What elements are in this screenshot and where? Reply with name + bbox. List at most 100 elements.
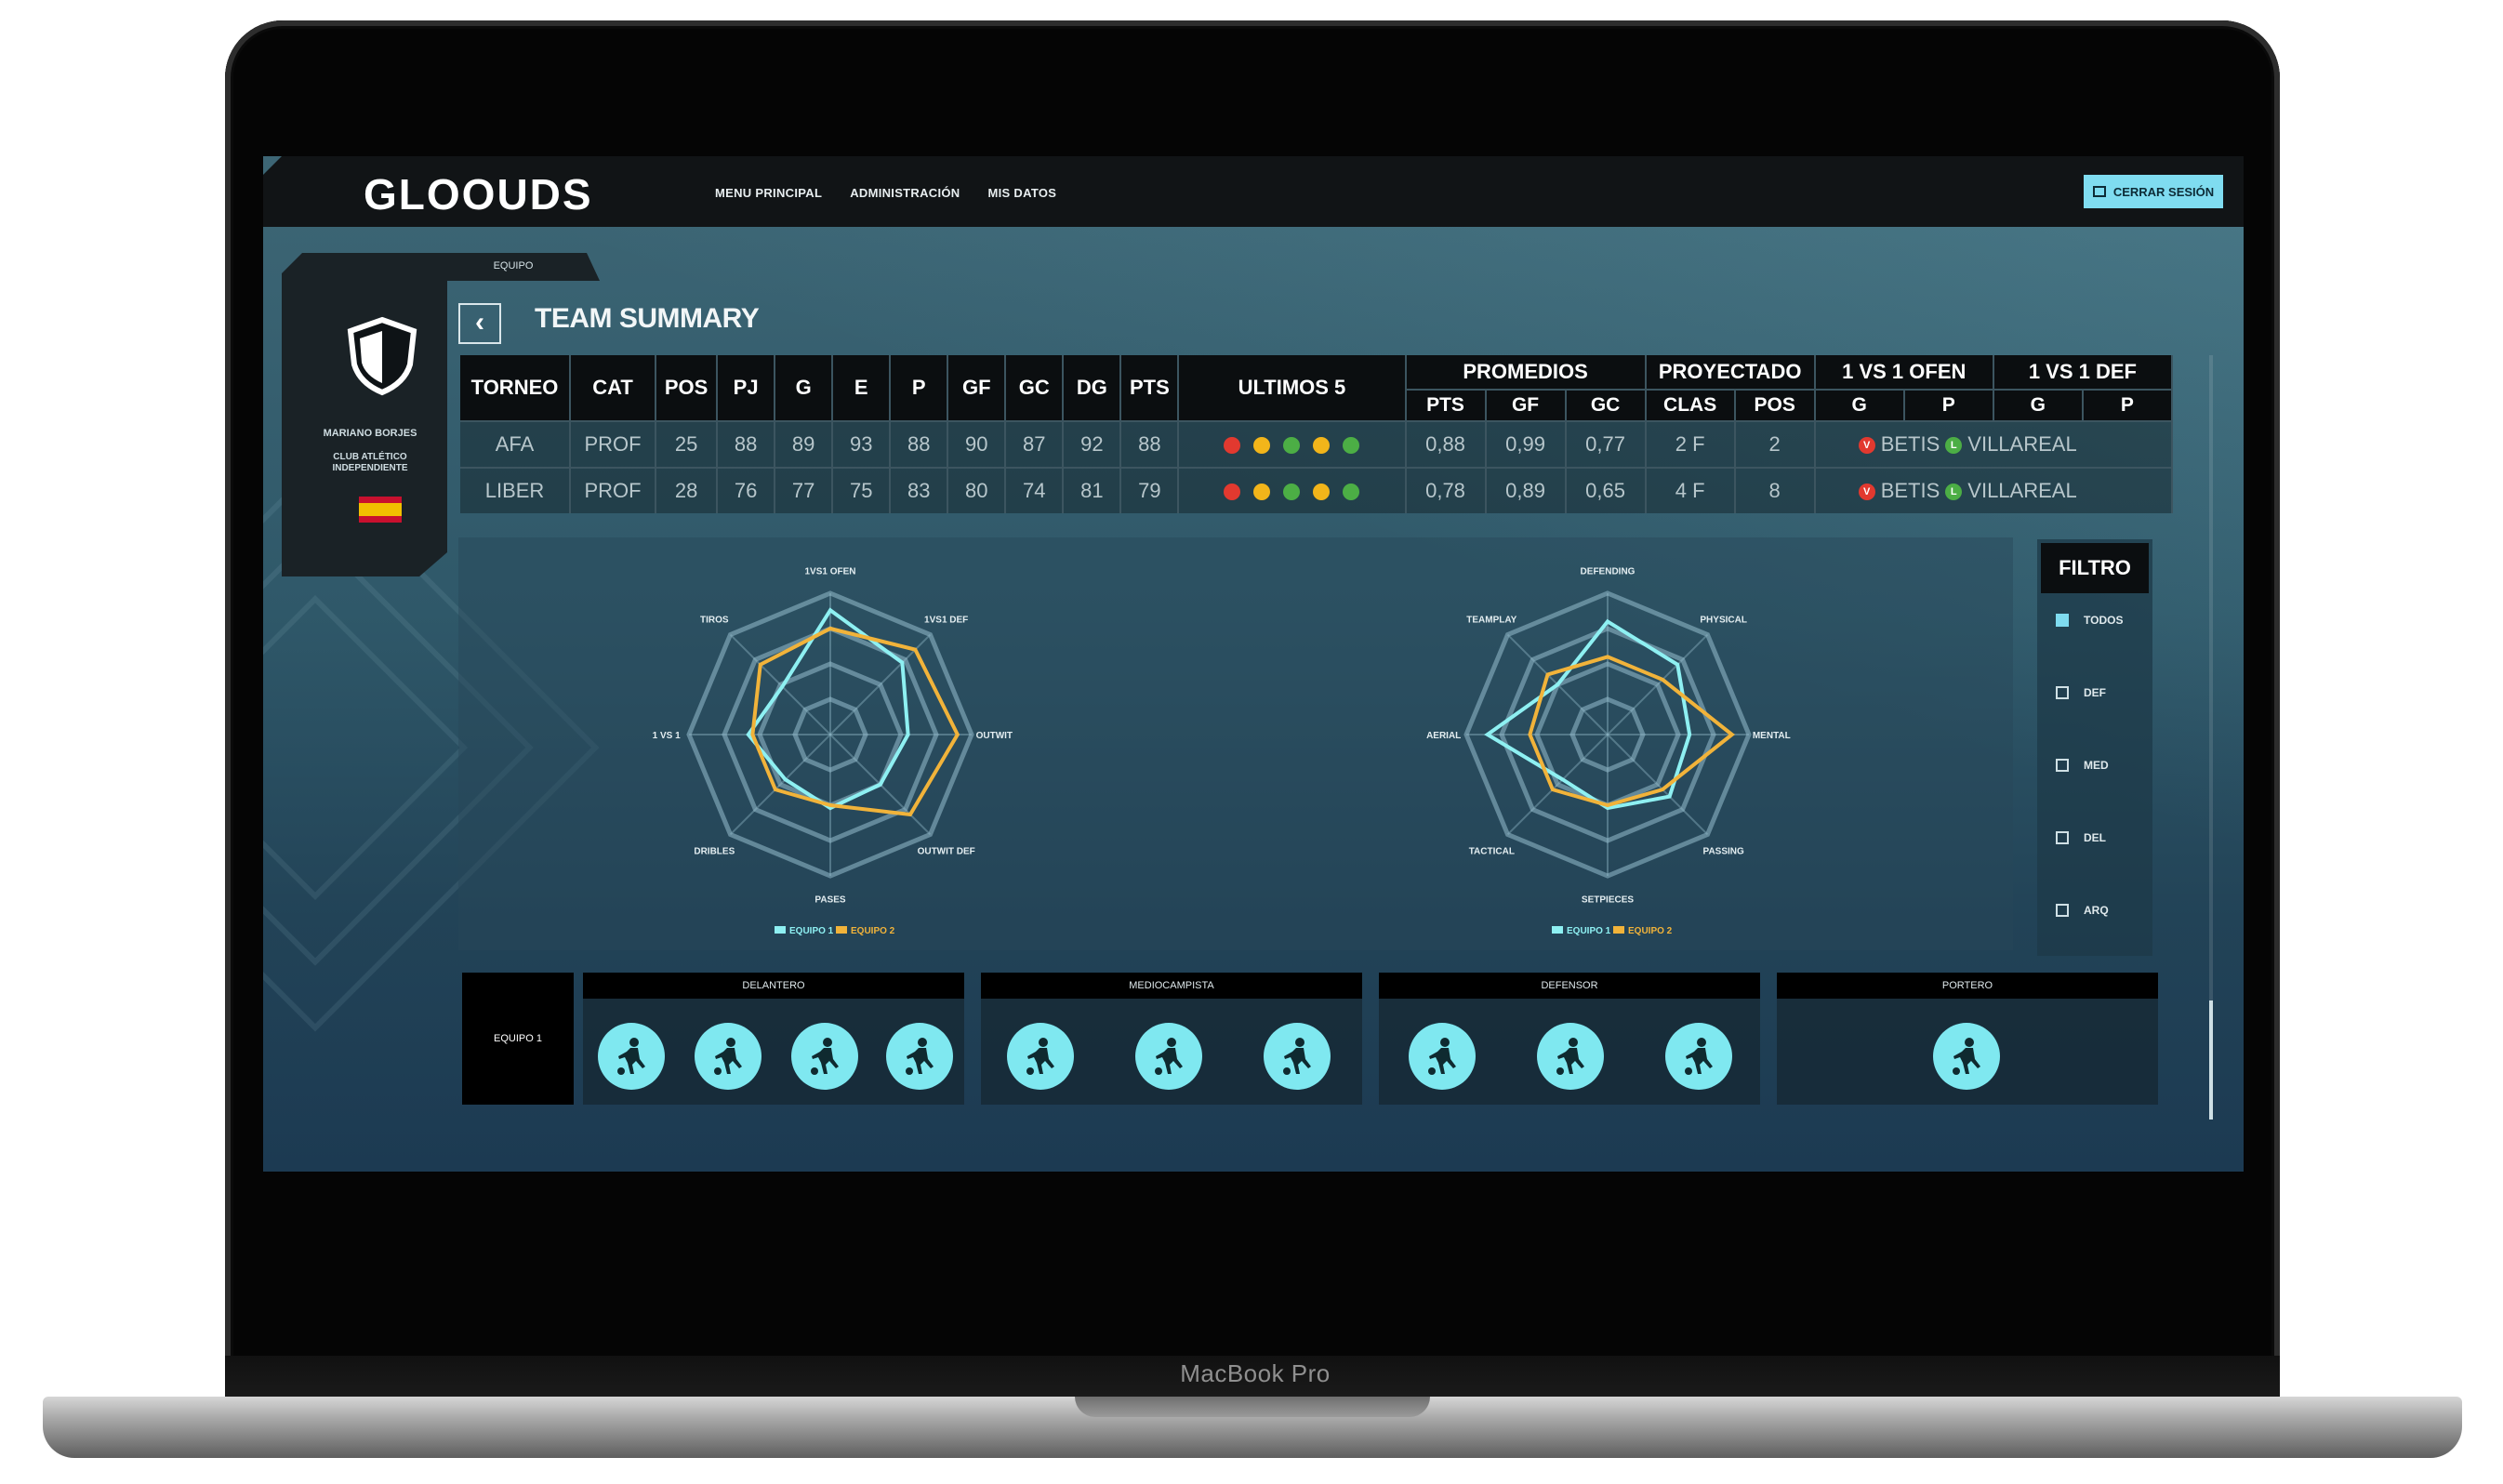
sub-header-gf: GF bbox=[1485, 389, 1567, 421]
col-header-pos: POS bbox=[656, 355, 719, 421]
soccer-player-icon bbox=[617, 1038, 645, 1075]
checkbox-checked-icon[interactable] bbox=[2056, 614, 2069, 627]
group-header: DEFENSOR bbox=[1379, 973, 1760, 999]
checkbox-icon[interactable] bbox=[2056, 904, 2069, 917]
laptop-notch bbox=[1075, 1397, 1430, 1417]
sub-header-gc: GC bbox=[1565, 389, 1647, 421]
cell-proy-pos: 8 bbox=[1734, 467, 1816, 513]
filter-label: TODOS bbox=[2084, 614, 2124, 627]
radar-chart-left: 1VS1 OFEN 1VS1 DEF OUTWIT OUTWIT DEF PASES DR… bbox=[653, 567, 1013, 936]
scrollbar-thumb[interactable] bbox=[2209, 1000, 2213, 1120]
player-avatar[interactable] bbox=[1409, 1023, 1476, 1090]
radar-axis-label: PASES bbox=[814, 894, 845, 905]
radar-axis-label: OUTWIT DEF bbox=[918, 847, 975, 857]
cell-gf: 90 bbox=[947, 420, 1007, 468]
filter-panel: FILTRO TODOS DEF MED DEL ARQ bbox=[2037, 539, 2152, 956]
cell-pj: 76 bbox=[717, 467, 776, 513]
legend-label: EQUIPO 2 bbox=[851, 926, 895, 936]
sub-header-ofen-g: G bbox=[1814, 389, 1905, 421]
back-button[interactable]: ‹ bbox=[458, 303, 501, 344]
checkbox-icon[interactable] bbox=[2056, 831, 2069, 844]
sub-header-pts: PTS bbox=[1405, 389, 1487, 421]
def-team: VILLAREAL bbox=[1967, 479, 2077, 502]
radar-axis-label: 1VS1 OFEN bbox=[804, 567, 855, 577]
cell-clas: 4 F bbox=[1645, 467, 1736, 513]
cell-prom-pts: 0,78 bbox=[1405, 467, 1487, 513]
player-avatar[interactable] bbox=[1933, 1023, 2000, 1090]
player-avatar[interactable] bbox=[1537, 1023, 1604, 1090]
table-row[interactable]: AFA PROF 25 88 89 93 88 90 87 92 88 0,88… bbox=[460, 420, 2174, 468]
cell-prom-gf: 0,99 bbox=[1485, 420, 1567, 468]
result-dot bbox=[1253, 437, 1271, 455]
legend-swatch bbox=[1613, 926, 1624, 934]
filter-option-todos[interactable]: TODOS bbox=[2056, 614, 2123, 627]
logout-icon bbox=[2092, 186, 2106, 197]
player-avatar[interactable] bbox=[1264, 1023, 1331, 1090]
player-avatar[interactable] bbox=[1135, 1023, 1202, 1090]
legend-swatch bbox=[775, 926, 786, 934]
cell-prom-gc: 0,65 bbox=[1565, 467, 1647, 513]
coach-name: MARIANO BORJES bbox=[323, 428, 417, 439]
ofen-team: BETIS bbox=[1880, 432, 1940, 456]
player-avatar[interactable] bbox=[886, 1023, 953, 1090]
player-avatar[interactable] bbox=[1665, 1023, 1732, 1090]
filter-option-def[interactable]: DEF bbox=[2056, 686, 2106, 699]
filter-option-del[interactable]: DEL bbox=[2056, 831, 2106, 844]
logout-label: CERRAR SESIÓN bbox=[2112, 184, 2215, 199]
group-header: DELANTERO bbox=[583, 973, 964, 999]
player-avatar[interactable] bbox=[791, 1023, 858, 1090]
cell-prom-pts: 0,88 bbox=[1405, 420, 1487, 468]
spain-flag-icon bbox=[359, 497, 402, 523]
radar-axis-label: SETPIECES bbox=[1582, 894, 1634, 905]
radar-axis-label: 1VS1 DEF bbox=[924, 615, 968, 625]
legend-swatch bbox=[1552, 926, 1563, 934]
filter-option-arq[interactable]: ARQ bbox=[2056, 904, 2109, 917]
stats-table: TORNEO CAT POS PJ G E P GF GC DG PTS ULT… bbox=[460, 355, 2174, 513]
soccer-player-icon bbox=[714, 1038, 742, 1075]
checkbox-icon[interactable] bbox=[2056, 759, 2069, 772]
group-header-promedios: PROMEDIOS bbox=[1405, 355, 1647, 390]
group-header-def: 1 VS 1 DEF bbox=[1993, 355, 2174, 390]
cell-g: 89 bbox=[775, 420, 834, 468]
player-avatar[interactable] bbox=[695, 1023, 761, 1090]
result-dot bbox=[1253, 484, 1271, 501]
sub-header-def-g: G bbox=[1993, 389, 2084, 421]
lineup-team-label: EQUIPO 1 bbox=[462, 973, 574, 1105]
logout-button[interactable]: CERRAR SESIÓN bbox=[2084, 175, 2223, 208]
result-dot bbox=[1343, 437, 1360, 455]
team-card: MARIANO BORJES CLUB ATLÉTICO INDEPENDIEN… bbox=[282, 253, 447, 576]
team-card-tab: EQUIPO bbox=[427, 253, 600, 281]
filter-option-med[interactable]: MED bbox=[2056, 759, 2109, 772]
shield-icon bbox=[347, 316, 417, 396]
result-dot bbox=[1343, 484, 1360, 501]
result-dot bbox=[1224, 484, 1241, 501]
soccer-player-icon bbox=[1026, 1038, 1054, 1075]
cell-g: 77 bbox=[775, 467, 834, 513]
checkbox-icon[interactable] bbox=[2056, 686, 2069, 699]
result-dot bbox=[1313, 437, 1331, 455]
legend-swatch bbox=[836, 926, 847, 934]
nav-link-administracion[interactable]: ADMINISTRACIÓN bbox=[850, 186, 960, 200]
filter-label: DEF bbox=[2084, 686, 2106, 699]
nav-link-menu-principal[interactable]: MENU PRINCIPAL bbox=[715, 186, 822, 200]
cell-e: 93 bbox=[832, 420, 892, 468]
radar-axis-label: TIROS bbox=[700, 615, 729, 625]
cell-pos: 25 bbox=[656, 420, 719, 468]
radar-axis-label: AERIAL bbox=[1426, 731, 1461, 741]
main-nav: MENU PRINCIPAL ADMINISTRACIÓN MIS DATOS bbox=[715, 186, 1056, 200]
nav-link-mis-datos[interactable]: MIS DATOS bbox=[988, 186, 1057, 200]
cell-pts: 79 bbox=[1120, 467, 1180, 513]
club-name: CLUB ATLÉTICO INDEPENDIENTE bbox=[332, 452, 408, 473]
filter-label: DEL bbox=[2084, 831, 2106, 844]
group-header: PORTERO bbox=[1777, 973, 2158, 999]
player-avatar[interactable] bbox=[1007, 1023, 1074, 1090]
col-header-gf: GF bbox=[947, 355, 1007, 421]
laptop-brand: MacBook Pro bbox=[1180, 1359, 1331, 1387]
cell-cat: PROF bbox=[570, 420, 657, 468]
cell-ultimos bbox=[1178, 420, 1407, 468]
player-avatar[interactable] bbox=[598, 1023, 665, 1090]
cell-gc: 74 bbox=[1005, 467, 1065, 513]
table-row[interactable]: LIBER PROF 28 76 77 75 83 80 74 81 79 0,… bbox=[460, 467, 2174, 513]
result-dot bbox=[1313, 484, 1331, 501]
app-logo[interactable]: GLOOUDS bbox=[364, 169, 593, 219]
